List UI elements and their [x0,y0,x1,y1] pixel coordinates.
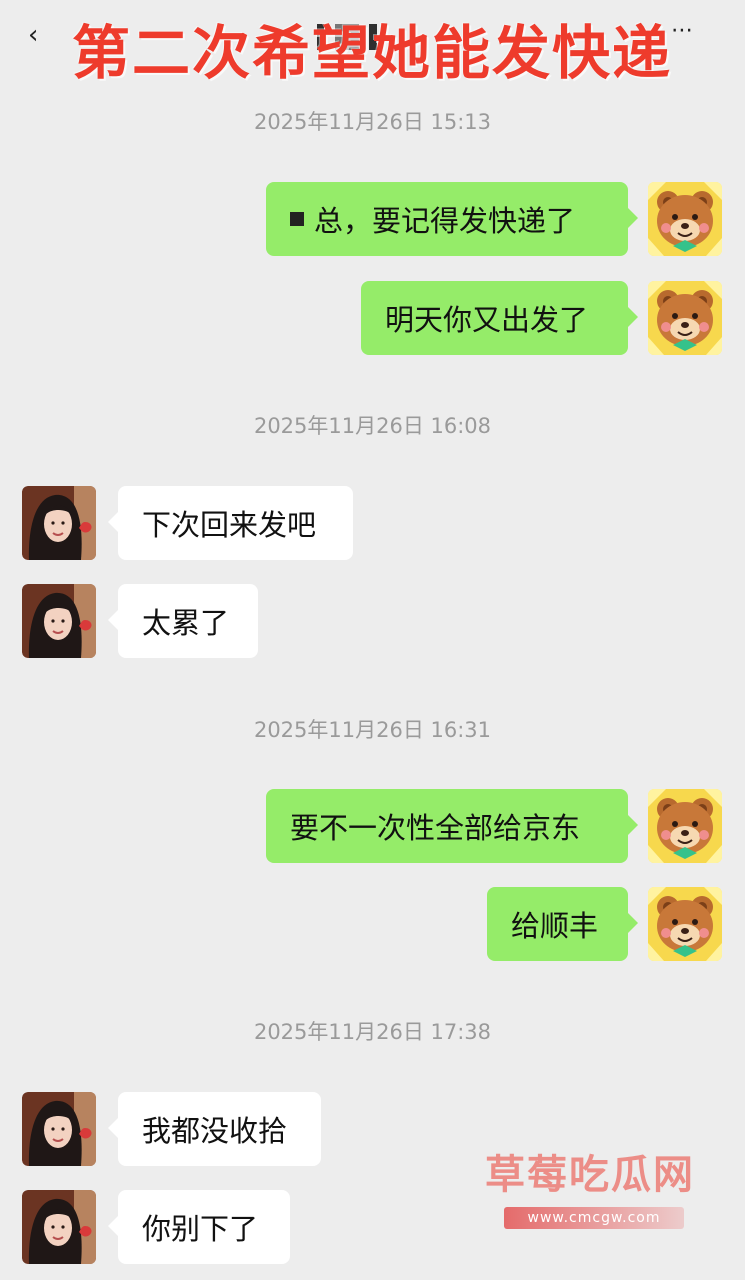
message-text: 要不一次性全部给京东 [290,811,581,845]
message-bubble[interactable]: 你别下了 [108,1190,290,1264]
message-text: 给顺丰 [511,909,599,943]
message-text: 我都没收拾 [142,1114,288,1148]
message-bubble[interactable]: 要不一次性全部给京东 [266,789,638,863]
bear-avatar[interactable] [648,182,722,256]
redaction-block [290,212,304,226]
bear-avatar[interactable] [648,789,722,863]
chat-message-left: 下次回来发吧 [22,486,353,560]
contact-avatar[interactable] [22,486,96,560]
chat-message-right: 总，要记得发快递了 [266,182,722,256]
bear-avatar[interactable] [648,887,722,961]
message-bubble[interactable]: 给顺丰 [487,887,638,961]
chat-message-right: 给顺丰 [487,887,722,961]
top-bar: ‹ ⋯ 第二次希望她能发快递 [0,0,745,108]
chat-message-right: 明天你又出发了 [361,281,722,355]
chat-message-left: 你别下了 [22,1190,290,1264]
watermark-title: 草莓吃瓜网 [485,1152,695,1198]
bear-avatar[interactable] [648,281,722,355]
overlay-title: 第二次希望她能发快递 [71,19,672,87]
message-text: 你别下了 [142,1212,259,1246]
chat-message-left: 我都没收拾 [22,1092,321,1166]
message-bubble[interactable]: 明天你又出发了 [361,281,638,355]
chat-message-right: 要不一次性全部给京东 [266,789,722,863]
message-bubble[interactable]: 我都没收拾 [108,1092,321,1166]
message-bubble[interactable]: 太累了 [108,584,258,658]
timestamp: 2025年11月26日 16:31 [253,718,492,742]
contact-avatar[interactable] [22,584,96,658]
timestamp: 2025年11月26日 16:08 [253,414,492,438]
watermark: 草莓吃瓜网 www.cmcgw.com [480,1151,720,1233]
watermark-url: www.cmcgw.com [504,1207,684,1229]
message-text: 下次回来发吧 [142,508,317,542]
timestamp: 2025年11月26日 17:38 [253,1020,492,1044]
message-text: 太累了 [142,606,230,640]
chat-message-left: 太累了 [22,584,258,658]
message-text: 明天你又出发了 [385,303,589,337]
message-text: 总，要记得发快递了 [314,204,576,238]
contact-avatar[interactable] [22,1092,96,1166]
timestamp: 2025年11月26日 15:13 [253,110,492,134]
message-bubble[interactable]: 总，要记得发快递了 [266,182,638,256]
chat-screen: ‹ ⋯ 第二次希望她能发快递 2025年11月26日 15:13 总，要记得发快… [0,0,745,1280]
contact-avatar[interactable] [22,1190,96,1264]
message-bubble[interactable]: 下次回来发吧 [108,486,353,560]
